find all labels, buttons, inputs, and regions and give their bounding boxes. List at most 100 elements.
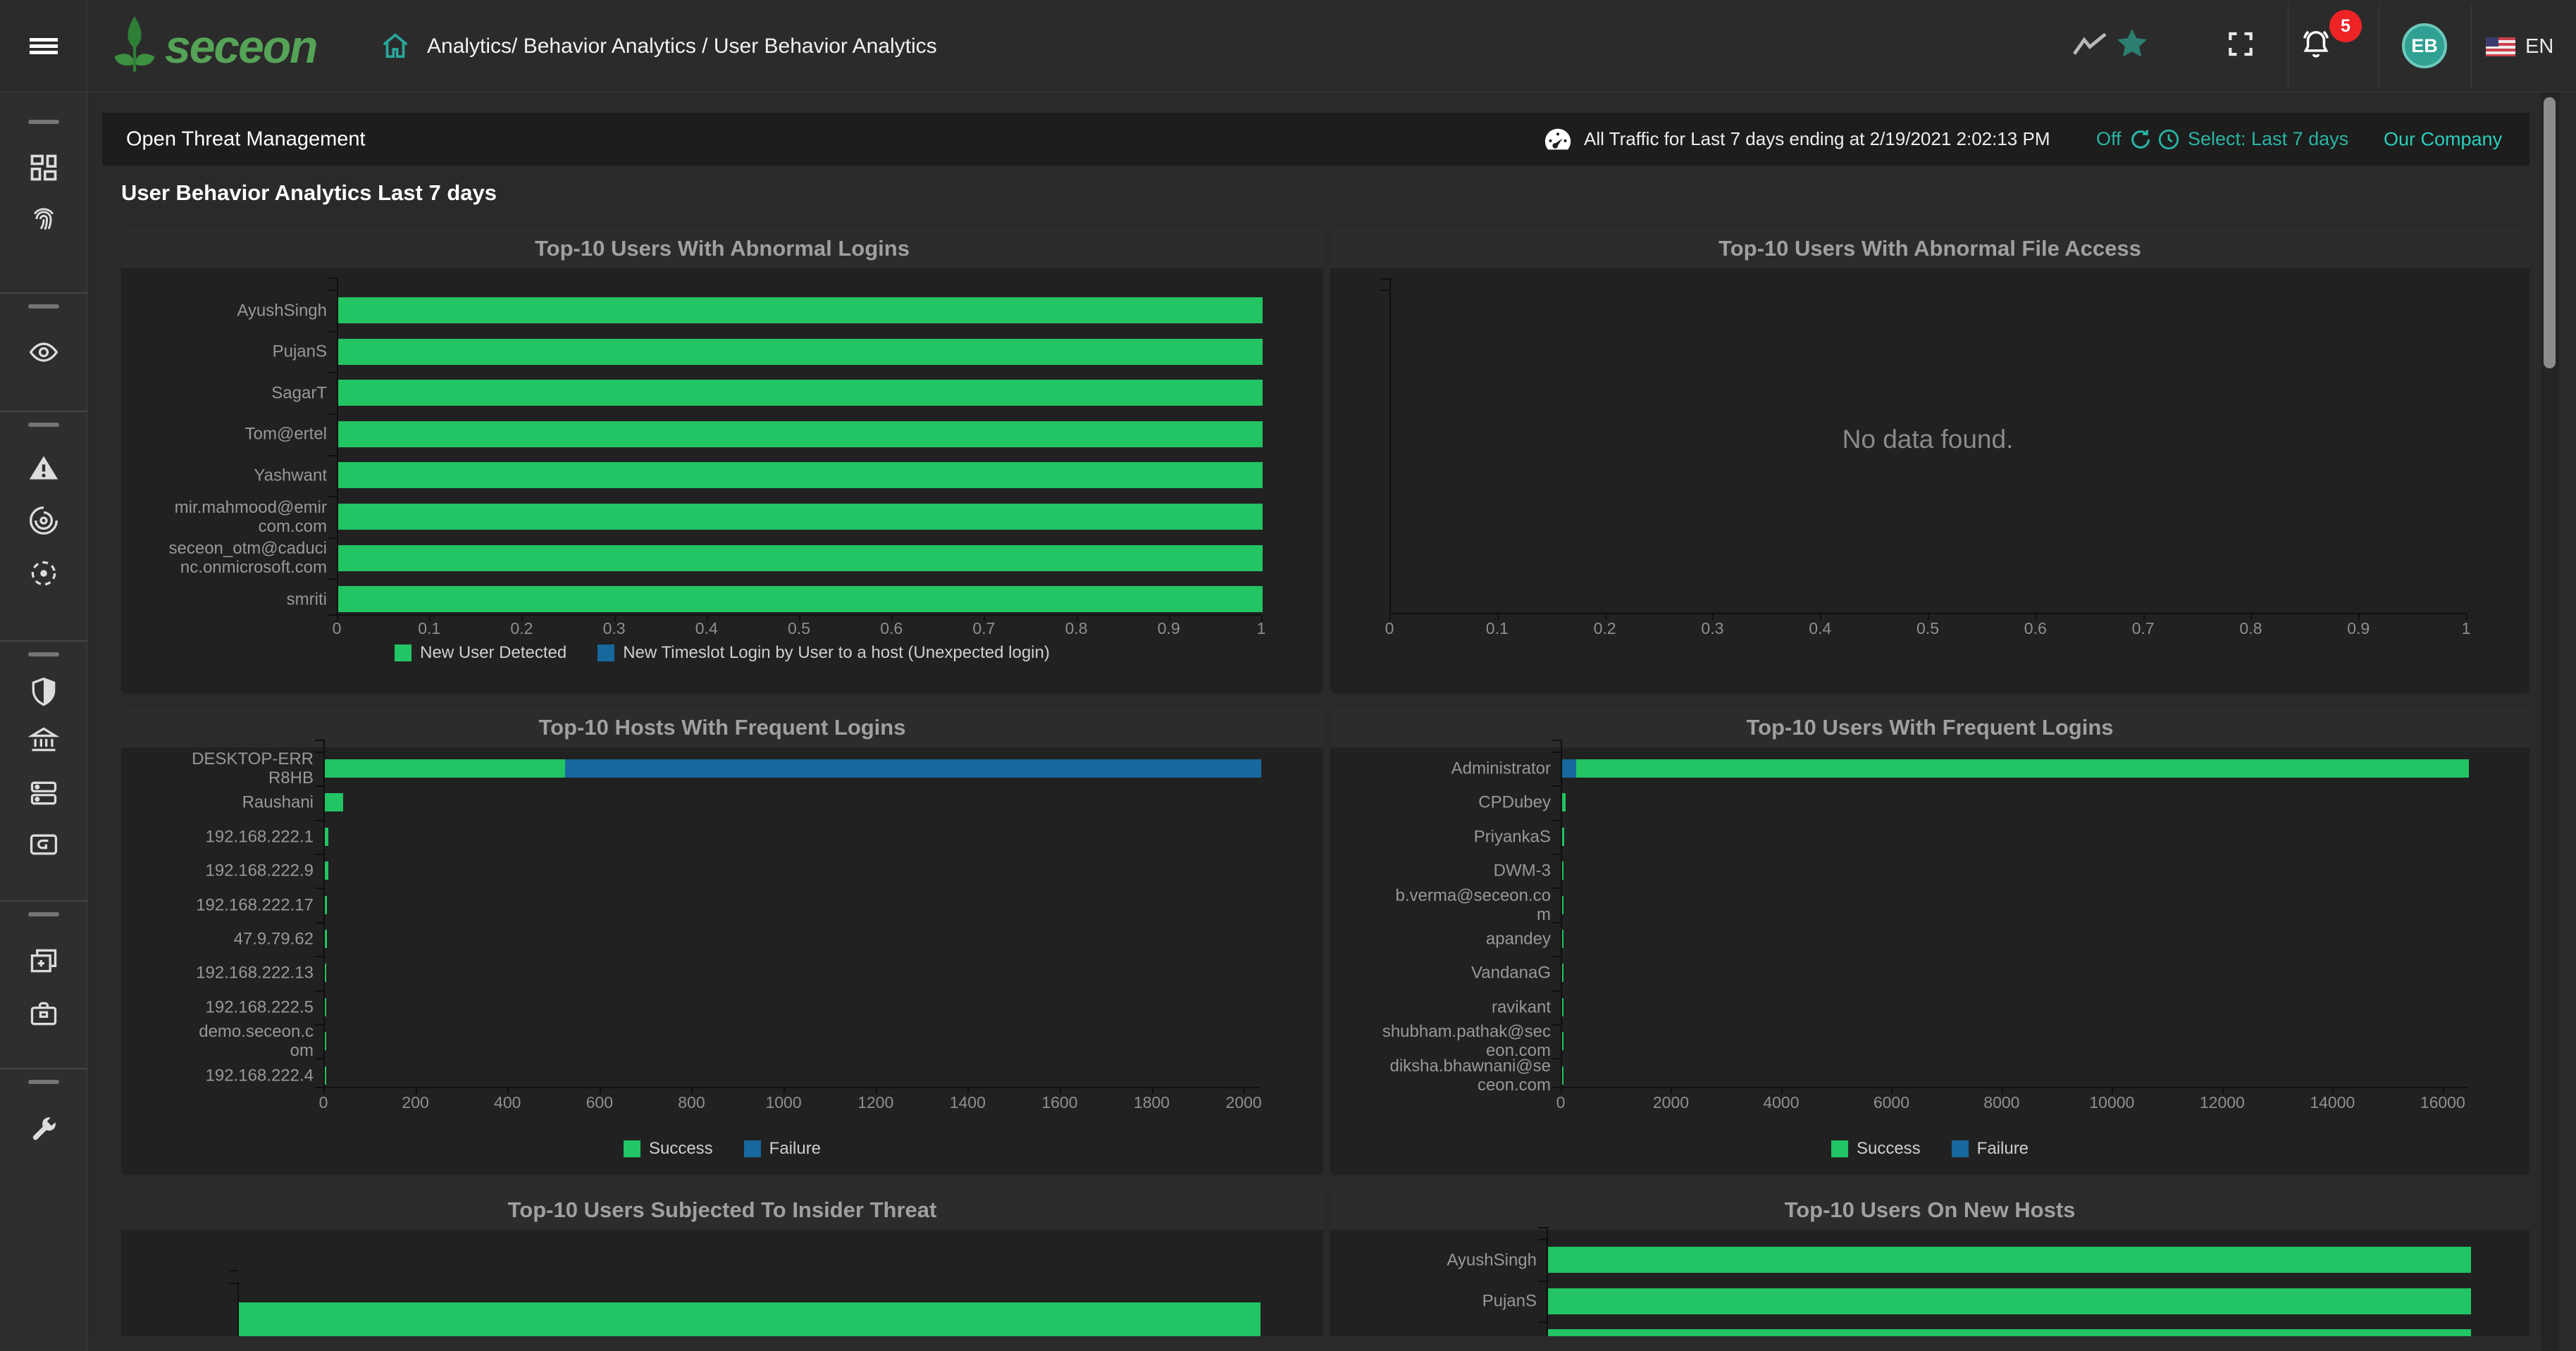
time-range-select[interactable]: Select: Last 7 days xyxy=(2157,127,2348,151)
category-label: demo.seceon.com xyxy=(190,1022,314,1060)
sidebar-item-threat-radar[interactable] xyxy=(28,505,59,536)
bar-row xyxy=(1548,1247,2471,1273)
bar-segment xyxy=(1562,759,1576,778)
legend-swatch xyxy=(1831,1140,1848,1157)
sidebar-item-scan[interactable] xyxy=(28,558,59,589)
bar-row xyxy=(325,1032,1261,1050)
tenant-select[interactable]: Our Company xyxy=(2384,128,2502,150)
bar-segment xyxy=(1562,861,1563,880)
notification-badge[interactable]: 5 xyxy=(2329,10,2362,42)
tenant-label: Our Company xyxy=(2384,128,2502,150)
category-label: AyushSingh xyxy=(1378,1250,1537,1269)
category-label: PujanS xyxy=(168,342,327,361)
axis-notch xyxy=(1538,1321,1547,1323)
brand-name: seceon xyxy=(165,20,316,73)
refresh-icon xyxy=(2129,127,2153,151)
axis-tick-label: 0.7 xyxy=(2132,619,2155,638)
bar-segment xyxy=(325,793,343,811)
page-title: User Behavior Analytics Last 7 days xyxy=(121,180,497,206)
category-label: seceon_otm@caducinc.onmicrosoft.com xyxy=(168,539,327,577)
sidebar-item-identity[interactable] xyxy=(28,204,59,235)
chart-card-5: Top-10 Users Subjected To Insider Threat… xyxy=(121,1190,1323,1351)
axis-notch xyxy=(315,752,323,753)
bar-row xyxy=(338,586,1263,612)
axis-tick-label: 0.1 xyxy=(1486,619,1509,638)
axis-notch xyxy=(315,990,323,992)
sidebar-item-settings[interactable] xyxy=(28,1114,59,1145)
bar-row xyxy=(1562,896,2469,914)
chart-card-3: Top-10 Hosts With Frequent LoginsDESKTOP… xyxy=(121,708,1323,1175)
sidebar-item-vault[interactable] xyxy=(28,829,59,860)
breadcrumb: Analytics/ Behavior Analytics / User Beh… xyxy=(427,0,937,92)
axis-notch xyxy=(315,1058,323,1059)
brand-logo[interactable]: seceon xyxy=(104,11,316,82)
no-data-message: No data found. xyxy=(1389,425,2466,454)
sidebar-item-add-window[interactable] xyxy=(28,945,59,976)
axis-tick-label: 0.7 xyxy=(972,619,995,638)
axis-notch xyxy=(315,854,323,855)
axis-notch xyxy=(315,785,323,787)
axis-notch xyxy=(1538,1281,1547,1282)
legend-swatch xyxy=(395,645,411,661)
axis-notch xyxy=(1552,922,1561,923)
category-label: SagarT xyxy=(168,383,327,402)
axis-notch xyxy=(1538,1239,1547,1240)
sidebar-item-organization[interactable] xyxy=(28,725,59,756)
sidebar-divider xyxy=(0,411,87,412)
bar-row xyxy=(325,861,1261,880)
chart-legend: New User DetectedNew Timeslot Login by U… xyxy=(121,643,1323,663)
axis-tick-label: 0.3 xyxy=(1701,619,1723,638)
chart-title: Top-10 Users With Abnormal File Access xyxy=(1330,229,2529,268)
bar-row xyxy=(325,793,1261,811)
menu-button[interactable] xyxy=(0,0,87,92)
axis-notch xyxy=(1538,1227,1547,1228)
horizontal-scrollbar-track[interactable] xyxy=(87,1336,2576,1351)
sidebar-item-dashboard[interactable] xyxy=(28,152,59,183)
sidebar-item-monitoring[interactable] xyxy=(28,337,59,368)
axis-tick-label: 1800 xyxy=(1134,1093,1170,1112)
bar-segment xyxy=(338,504,1263,530)
traffic-status-text: All Traffic for Last 7 days ending at 2/… xyxy=(1584,128,2050,150)
category-label: 192.168.222.4 xyxy=(190,1066,314,1085)
bar-segment xyxy=(338,380,1263,406)
sparkline-icon[interactable] xyxy=(2072,30,2108,62)
axis-notch xyxy=(229,1270,237,1271)
home-icon[interactable] xyxy=(379,30,411,66)
axis-tick-label: 1600 xyxy=(1041,1093,1077,1112)
sidebar-item-security[interactable] xyxy=(28,676,59,707)
axis-notch xyxy=(1552,1058,1561,1059)
sidebar-item-toolbox[interactable] xyxy=(28,998,59,1029)
legend-item: New Timeslot Login by User to a host (Un… xyxy=(597,643,1050,663)
avatar[interactable]: EB xyxy=(2402,23,2447,68)
bar-row xyxy=(325,828,1261,846)
bar-row xyxy=(1562,1032,2469,1050)
wrench-icon xyxy=(28,1114,59,1145)
sidebar-section-dash xyxy=(28,120,59,124)
language-label[interactable]: EN xyxy=(2525,35,2553,58)
vertical-scrollbar-track[interactable] xyxy=(2541,92,2559,1351)
axis-notch xyxy=(328,537,337,539)
sidebar-item-alerts[interactable] xyxy=(28,452,59,483)
bar-segment xyxy=(325,896,327,914)
flag-us-icon[interactable] xyxy=(2486,37,2515,56)
axis-tick-label: 0.5 xyxy=(1916,619,1939,638)
auto-refresh-toggle[interactable]: Off xyxy=(2096,127,2153,151)
axis-tick-label: 800 xyxy=(678,1093,705,1112)
fullscreen-icon[interactable] xyxy=(2225,29,2256,63)
category-label: VandanaG xyxy=(1382,964,1551,983)
x-axis xyxy=(1561,1087,2467,1088)
chart-card-2: Top-10 Users With Abnormal File Access00… xyxy=(1330,229,2529,694)
bar-segment xyxy=(338,297,1263,323)
star-icon[interactable] xyxy=(2114,26,2150,66)
shield-icon xyxy=(28,676,59,707)
eye-icon xyxy=(28,337,59,368)
axis-tick-label: 8000 xyxy=(1983,1093,2019,1112)
chart-title: Top-10 Users On New Hosts xyxy=(1330,1190,2529,1230)
vertical-scrollbar-thumb[interactable] xyxy=(2544,97,2556,368)
bar-segment xyxy=(338,339,1263,365)
sidebar-item-assets[interactable] xyxy=(28,778,59,809)
axis-notch xyxy=(1552,785,1561,787)
bell-icon[interactable] xyxy=(2298,27,2334,66)
server-icon xyxy=(28,778,59,809)
axis-tick-label: 6000 xyxy=(1874,1093,1909,1112)
